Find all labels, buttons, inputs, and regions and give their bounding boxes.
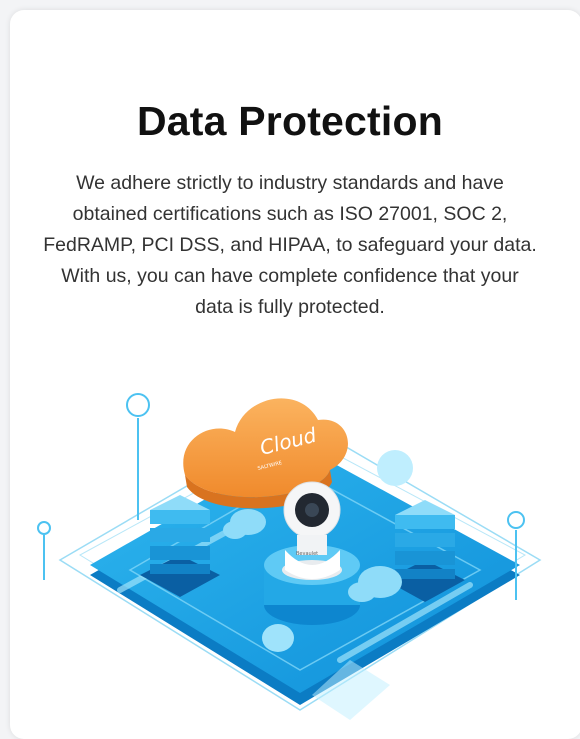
sphere-icon [377, 450, 413, 486]
camera-brand: Bevaulet [296, 551, 318, 557]
card-title: Data Protection [137, 98, 443, 144]
card-description: We adhere strictly to industry standards… [43, 172, 537, 318]
cloud-security-illustration: Cloud SALTWIRE Bevaulet [37, 393, 542, 720]
location-pin-icon [507, 511, 525, 600]
location-pin-icon [126, 393, 150, 520]
small-cloud-icon [262, 624, 294, 652]
location-pin-icon [37, 521, 51, 580]
